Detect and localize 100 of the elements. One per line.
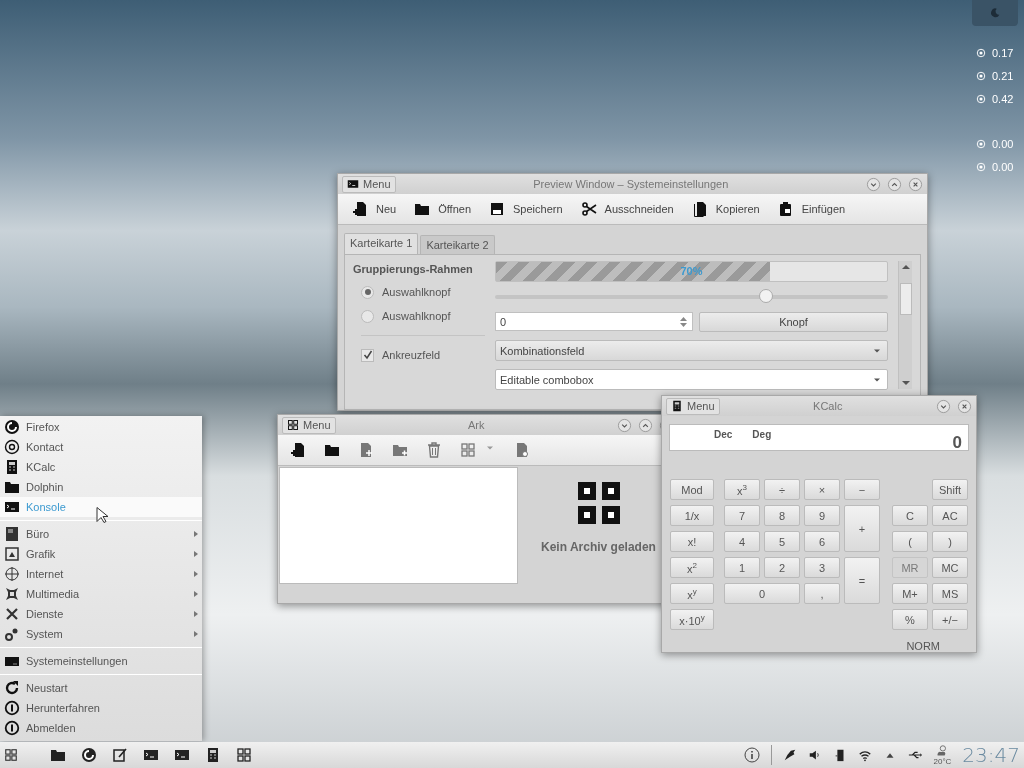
toolbar-button[interactable]: Ausschneiden	[578, 199, 676, 219]
calculator-key[interactable]: (	[892, 531, 928, 552]
calculator-key[interactable]: 0	[724, 583, 800, 604]
menu-item[interactable]: Herunterfahren	[0, 698, 202, 718]
toolbar-button[interactable]: Einfügen	[775, 199, 848, 219]
menu-item[interactable]: System	[0, 624, 202, 644]
calculator-key[interactable]: Shift	[932, 479, 968, 500]
scroll-down-icon[interactable]	[901, 379, 910, 386]
toolbar-button[interactable]: Speichern	[487, 199, 565, 219]
calculator-key[interactable]: MS	[932, 583, 968, 604]
calculator-key[interactable]: Mod	[670, 479, 714, 500]
menu-item[interactable]: Systemeinstellungen	[0, 651, 202, 671]
terminal-icon[interactable]	[174, 747, 190, 763]
calculator-key[interactable]: C	[892, 505, 928, 526]
reading-value: 0.17	[992, 47, 1014, 59]
calculator-key[interactable]: ×	[804, 479, 840, 500]
calculator-key[interactable]: 7	[724, 505, 760, 526]
menu-item[interactable]: KCalc	[0, 457, 202, 477]
menu-item[interactable]: Büro	[0, 524, 202, 544]
calculator-key[interactable]: x$^{y}$	[670, 583, 714, 604]
menu-item[interactable]: Grafik	[0, 544, 202, 564]
preview-button[interactable]	[514, 442, 530, 458]
calculator-key[interactable]: 3	[804, 557, 840, 578]
folder-icon[interactable]	[50, 747, 66, 763]
window-title: Ark	[467, 419, 486, 431]
menu-item[interactable]: Kontact	[0, 437, 202, 457]
spin-box[interactable]: 0	[495, 312, 693, 331]
calculator-key[interactable]: −	[844, 479, 880, 500]
calculator-key[interactable]: AC	[932, 505, 968, 526]
info-icon[interactable]	[744, 747, 761, 763]
calculator-key[interactable]: ,	[804, 583, 840, 604]
calculator-key[interactable]: 4	[724, 531, 760, 552]
calculator-key[interactable]: x$^{2}$	[670, 557, 714, 578]
push-button[interactable]: Knopf	[699, 312, 888, 332]
minimize-button[interactable]	[617, 417, 632, 433]
menu-item[interactable]: Multimedia	[0, 584, 202, 604]
minimize-button[interactable]	[866, 176, 881, 192]
add-file-button[interactable]	[358, 442, 374, 458]
crosshair-icon	[4, 566, 20, 582]
calculator-key[interactable]: x!	[670, 531, 714, 552]
menu-item[interactable]: Internet	[0, 564, 202, 584]
tab[interactable]: Karteikarte 2	[420, 235, 495, 254]
terminal-icon[interactable]	[143, 747, 159, 763]
add-folder-button[interactable]	[392, 442, 408, 458]
calculator-key[interactable]: 8	[764, 505, 800, 526]
calculator-key[interactable]: 6	[804, 531, 840, 552]
slider-thumb[interactable]	[759, 289, 774, 303]
menu-button[interactable]: Menu	[666, 397, 720, 415]
checkbox[interactable]	[361, 348, 374, 362]
toolbar-button[interactable]: Neu	[350, 199, 399, 219]
calculator-key[interactable]: 1	[724, 557, 760, 578]
calculator-key[interactable]: +	[844, 505, 880, 552]
new-archive-button[interactable]	[290, 442, 306, 458]
maximize-button[interactable]	[887, 176, 902, 192]
menu-item[interactable]: Dienste	[0, 604, 202, 624]
toolbar-button[interactable]: Öffnen	[412, 199, 473, 219]
minimize-button[interactable]	[936, 398, 951, 414]
scrollbar-thumb[interactable]	[899, 282, 912, 315]
spin-arrows-icon[interactable]	[679, 314, 688, 329]
scroll-up-icon[interactable]	[901, 264, 910, 270]
notepad-icon[interactable]	[112, 747, 128, 763]
calculator-key[interactable]: 2	[764, 557, 800, 578]
radio-button[interactable]	[361, 309, 374, 323]
wifi-icon[interactable]	[858, 748, 873, 762]
swirl-icon[interactable]	[81, 747, 97, 763]
bird-icon[interactable]	[783, 748, 798, 762]
calculator-key[interactable]: ÷	[764, 479, 800, 500]
calculator-key[interactable]: M+	[892, 583, 928, 604]
launcher-button[interactable]	[4, 748, 18, 762]
calculator-key[interactable]: x·10$^{y}$	[670, 609, 714, 630]
tab[interactable]: Karteikarte 1	[344, 233, 419, 254]
combo-box[interactable]: Kombinationsfeld	[495, 340, 888, 361]
menu-button[interactable]: Menu	[282, 416, 336, 434]
close-button[interactable]	[957, 398, 972, 414]
calculator-key[interactable]: +/−	[932, 609, 968, 630]
menu-item[interactable]: Neustart	[0, 678, 202, 698]
calculator-key[interactable]: =	[844, 557, 880, 604]
menu-item[interactable]: Dolphin	[0, 477, 202, 497]
calculator-key[interactable]: %	[892, 609, 928, 630]
calculator-icon[interactable]	[205, 747, 221, 763]
new-file-icon	[352, 201, 368, 217]
menu-item[interactable]: Abmelden	[0, 718, 202, 738]
radio-button[interactable]	[361, 285, 374, 299]
menu-button[interactable]: Menu	[342, 175, 396, 193]
radio-label: Auswahlknopf	[382, 286, 451, 298]
menu-item[interactable]: Firefox	[0, 417, 202, 437]
calculator-key[interactable]: 5	[764, 531, 800, 552]
grid-icon[interactable]	[236, 747, 252, 763]
calculator-key[interactable]: )	[932, 531, 968, 552]
editable-combo-box[interactable]: Editable combobox	[495, 369, 888, 390]
calculator-key[interactable]: x$^{3}$	[724, 479, 760, 500]
scrollbar[interactable]	[898, 261, 912, 389]
maximize-button[interactable]	[638, 417, 653, 433]
close-button[interactable]	[908, 176, 923, 192]
calculator-key[interactable]: 1/x	[670, 505, 714, 526]
toolbar-button[interactable]: Kopieren	[689, 199, 762, 219]
open-button[interactable]	[324, 442, 340, 458]
calculator-key[interactable]: MC	[932, 557, 968, 578]
delete-button[interactable]	[426, 442, 442, 458]
calculator-key[interactable]: 9	[804, 505, 840, 526]
